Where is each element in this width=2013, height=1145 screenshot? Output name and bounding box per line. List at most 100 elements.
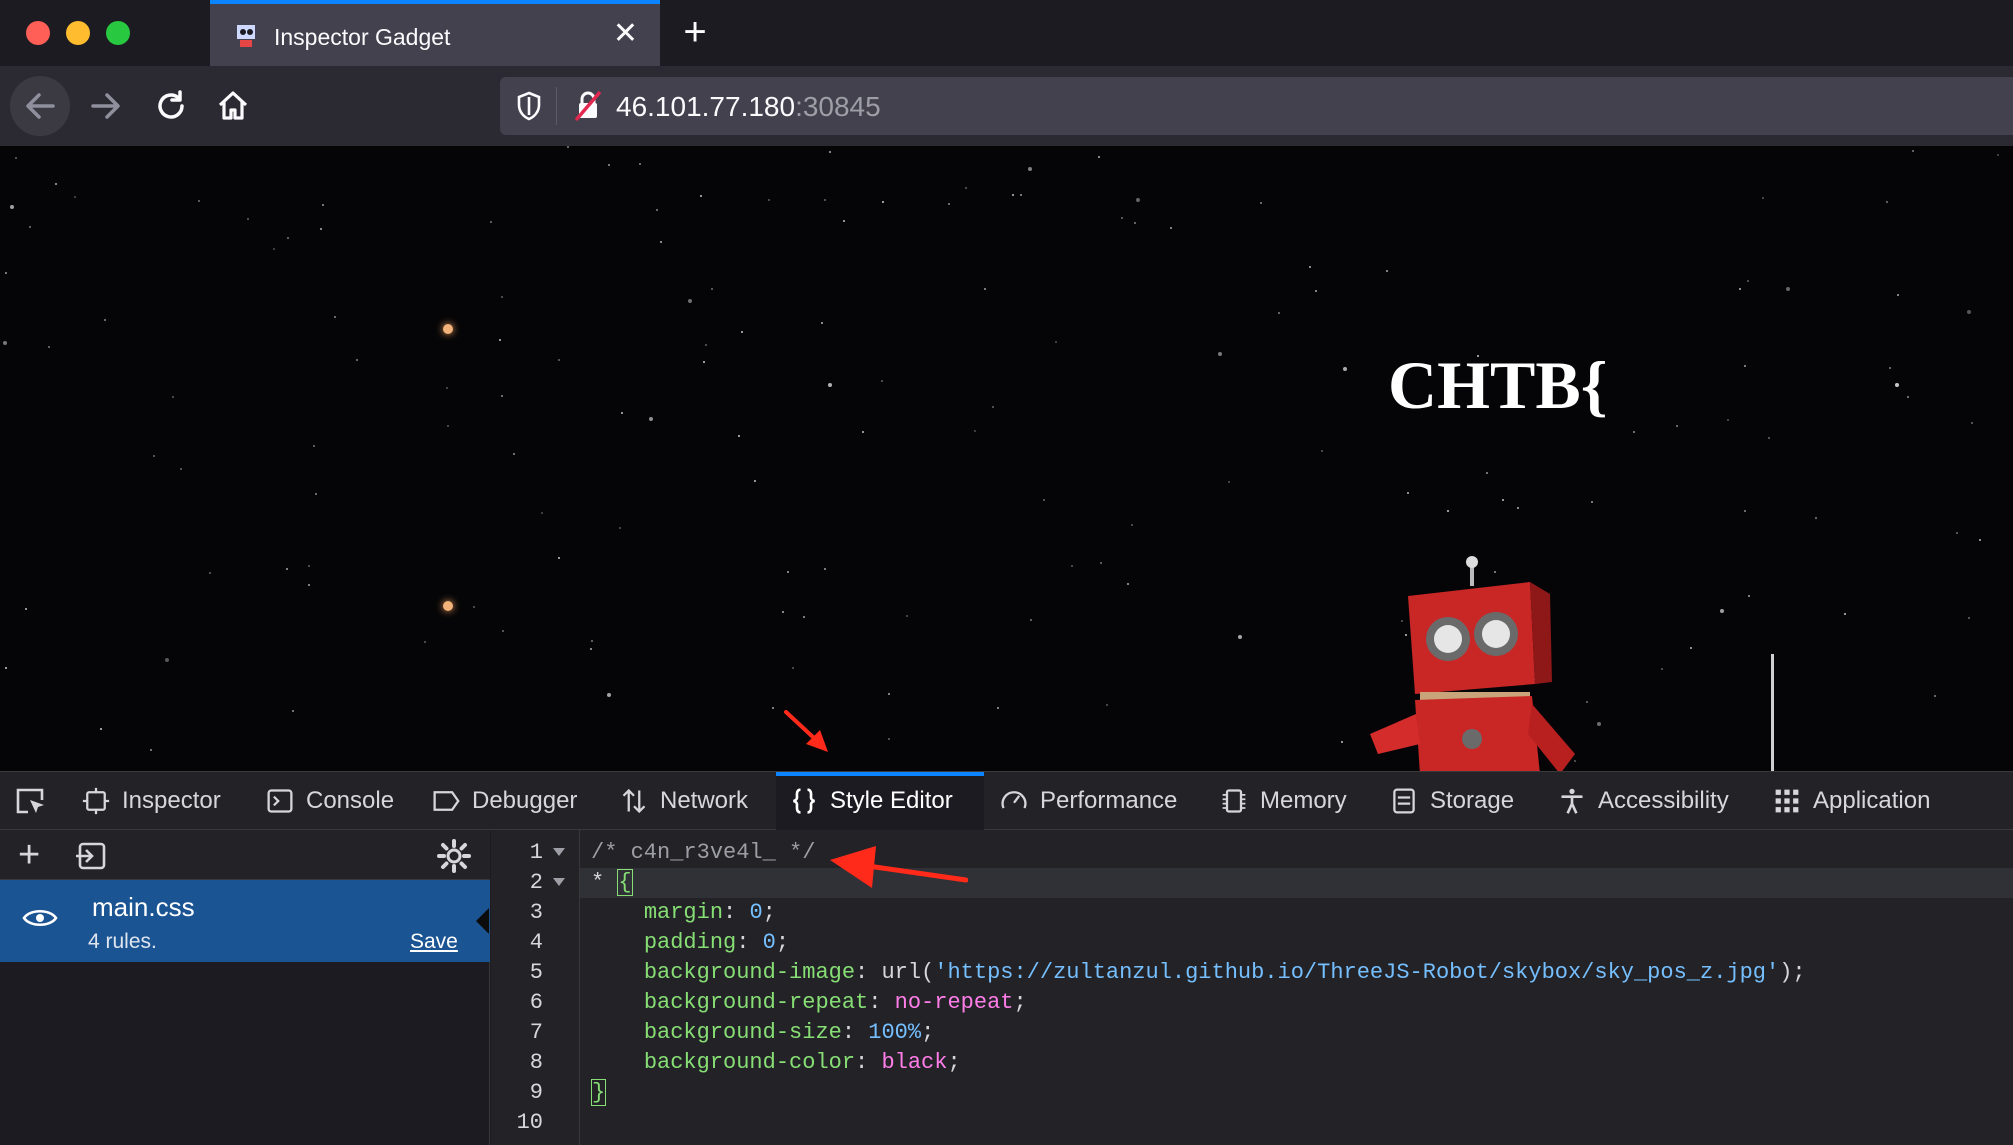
- fold-arrow-icon[interactable]: [553, 848, 565, 856]
- tab-style-editor[interactable]: Style Editor: [776, 772, 984, 830]
- css-property: background-image: [643, 960, 856, 985]
- tab-debugger[interactable]: Debugger: [432, 772, 592, 830]
- star: [150, 749, 152, 751]
- star: [1098, 156, 1100, 158]
- back-button[interactable]: [10, 76, 70, 136]
- star: [1121, 217, 1123, 219]
- star: [1315, 290, 1317, 292]
- css-property: margin: [643, 900, 724, 925]
- code-line: /* c4n_r3ve4l_ */: [591, 840, 815, 865]
- star: [3, 341, 7, 345]
- code-editor[interactable]: 1 2 3 4 5 6 7 8 9 10 /* c4n_r3ve4l_ */ * { margin…: [491, 830, 2013, 1145]
- star: [567, 146, 569, 148]
- star: [649, 417, 653, 421]
- star: [1815, 517, 1817, 519]
- star: [424, 641, 426, 643]
- star: [501, 395, 503, 397]
- tracking-protection-shield-icon[interactable]: [514, 90, 544, 122]
- tab-storage[interactable]: Storage: [1390, 772, 1540, 830]
- star: [247, 218, 249, 220]
- css-declaration: background-image: url('https://zultanzul…: [643, 960, 1806, 985]
- close-window-button[interactable]: [26, 21, 50, 45]
- star: [888, 738, 890, 740]
- tab-label: Application: [1813, 787, 1931, 814]
- storage-icon: [1390, 786, 1418, 816]
- gear-icon[interactable]: [437, 839, 471, 873]
- star: [1028, 167, 1032, 171]
- home-button[interactable]: [203, 76, 263, 136]
- forward-button[interactable]: [76, 76, 136, 136]
- star: [1106, 704, 1108, 706]
- tab-label: Debugger: [472, 787, 578, 814]
- star: [48, 346, 50, 348]
- star: [1768, 437, 1770, 439]
- browser-tab[interactable]: Inspector Gadget ✕: [210, 0, 660, 66]
- stylesheet-item[interactable]: main.css 4 rules. Save: [0, 880, 490, 962]
- minimize-window-button[interactable]: [66, 21, 90, 45]
- url-separator: [556, 87, 557, 125]
- tab-console[interactable]: Console: [266, 772, 406, 830]
- selection-pointer: [476, 908, 489, 934]
- new-tab-button[interactable]: +: [675, 10, 715, 56]
- star: [829, 151, 831, 153]
- reload-button[interactable]: [141, 76, 201, 136]
- import-stylesheet-icon[interactable]: [74, 840, 108, 872]
- star: [1321, 450, 1323, 452]
- star: [1968, 617, 1970, 619]
- star: [315, 493, 317, 495]
- code-line: * {: [591, 869, 633, 896]
- star: [882, 201, 884, 203]
- star: [803, 616, 805, 618]
- star: [29, 226, 31, 228]
- line-number: 8: [529, 1050, 543, 1075]
- star: [1744, 365, 1746, 367]
- star: [843, 220, 845, 222]
- star: [1447, 510, 1449, 512]
- star: [5, 272, 7, 274]
- url-bar[interactable]: 46.101.77.180:30845: [500, 77, 2013, 135]
- star: [828, 383, 832, 387]
- tab-memory[interactable]: Memory: [1220, 772, 1370, 830]
- line-number: 3: [529, 900, 543, 925]
- star: [1633, 431, 1635, 433]
- star: [320, 228, 322, 230]
- css-value-suffix: );: [1779, 960, 1806, 985]
- robot-favicon-icon: [237, 25, 255, 47]
- new-stylesheet-icon[interactable]: +: [18, 836, 40, 874]
- css-value: 'https://zultanzul.github.io/ThreeJS-Rob…: [934, 960, 1780, 985]
- fold-arrow-icon[interactable]: [553, 878, 565, 886]
- star: [1886, 201, 1888, 203]
- zoom-window-button[interactable]: [106, 21, 130, 45]
- star: [308, 565, 310, 567]
- tab-accessibility[interactable]: Accessibility: [1558, 772, 1748, 830]
- tab-performance[interactable]: Performance: [1000, 772, 1190, 830]
- star: [1386, 270, 1388, 272]
- star: [965, 187, 967, 189]
- star: [1676, 425, 1678, 427]
- line-number: 4: [529, 930, 543, 955]
- tab-inspector[interactable]: Inspector: [82, 772, 242, 830]
- eye-icon[interactable]: [22, 906, 58, 930]
- element-picker-icon[interactable]: [14, 786, 48, 818]
- star: [948, 203, 950, 205]
- star: [772, 707, 774, 709]
- light-streak: [1771, 654, 1774, 771]
- star: [590, 648, 592, 650]
- planet-dot: [443, 601, 453, 611]
- star: [1170, 227, 1172, 229]
- tab-network[interactable]: Network: [620, 772, 770, 830]
- devtools-toolbar: Inspector Console Debugger Network Style Edi…: [0, 771, 2013, 830]
- css-value: 0: [749, 900, 763, 925]
- star: [888, 693, 890, 695]
- tab-label: Network: [660, 787, 749, 814]
- star: [1748, 595, 1750, 597]
- star: [473, 606, 475, 608]
- tab-application[interactable]: Application: [1773, 772, 1963, 830]
- save-link[interactable]: Save: [410, 930, 458, 954]
- insecure-lock-icon[interactable]: [572, 90, 604, 122]
- star: [1228, 481, 1230, 483]
- star: [74, 196, 76, 198]
- close-tab-icon[interactable]: ✕: [613, 19, 638, 49]
- css-close-brace: }: [591, 1079, 607, 1106]
- css-declaration: padding: 0;: [643, 930, 790, 955]
